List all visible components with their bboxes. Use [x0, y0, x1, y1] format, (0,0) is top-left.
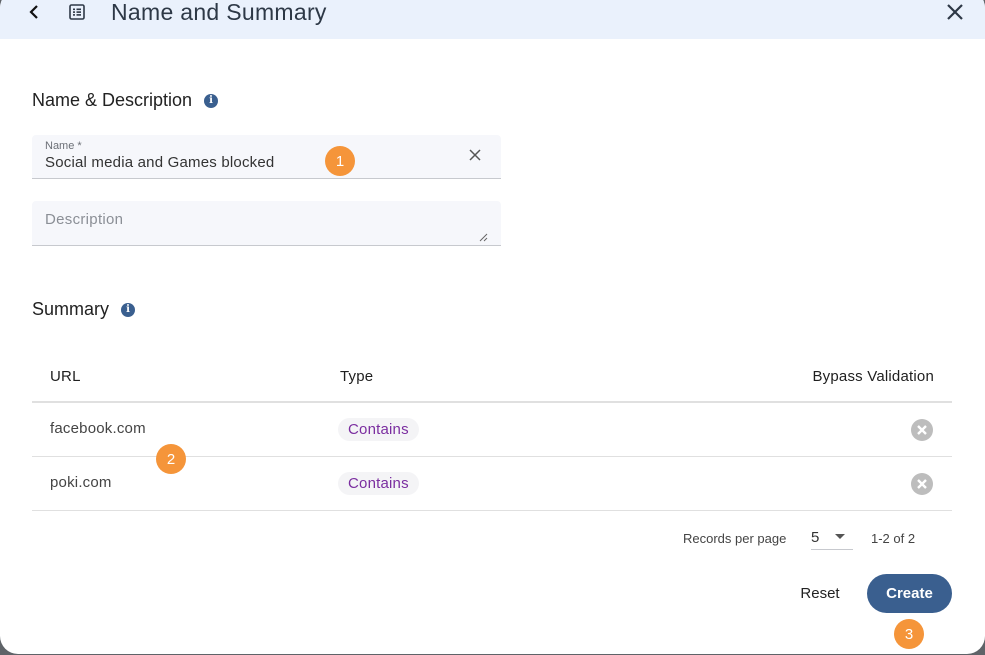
info-icon[interactable]: i [204, 93, 219, 108]
name-field-label: Name * [45, 140, 82, 152]
close-icon [947, 4, 963, 20]
name-input[interactable] [45, 154, 445, 171]
info-icon[interactable]: i [121, 302, 136, 317]
records-per-page-label: Records per page [683, 531, 787, 546]
summary-table: URL Type Bypass Validation facebook.com … [32, 350, 952, 511]
table-header: URL Type Bypass Validation [32, 350, 952, 403]
column-header-url[interactable]: URL [50, 368, 81, 385]
step-badge: 2 [156, 444, 186, 474]
summary-heading: Summary i [32, 299, 136, 320]
name-field[interactable]: Name * [32, 135, 501, 179]
step-badge: 3 [894, 619, 924, 649]
records-per-page-select[interactable]: 5 [811, 520, 853, 550]
clear-icon[interactable] [467, 147, 483, 163]
cancel-circle-icon [911, 473, 933, 495]
url-cell: facebook.com [50, 420, 146, 437]
column-header-bypass-validation[interactable]: Bypass Validation [812, 368, 934, 385]
back-button[interactable] [24, 2, 44, 22]
description-field[interactable] [32, 201, 501, 246]
chevron-left-icon [29, 5, 38, 19]
list-alt-icon [67, 2, 87, 22]
description-input[interactable] [45, 211, 485, 241]
resize-handle-icon[interactable] [479, 233, 488, 242]
reset-button[interactable]: Reset [790, 574, 850, 612]
records-per-page-value: 5 [811, 529, 820, 546]
name-and-summary-dialog: Name and Summary Name & Description i Na… [0, 0, 985, 654]
dialog-title: Name and Summary [111, 0, 327, 25]
pagination-range: 1-2 of 2 [871, 531, 916, 546]
dialog-header: Name and Summary [0, 0, 985, 39]
summary-title: Summary [32, 299, 110, 319]
column-header-type[interactable]: Type [340, 368, 373, 385]
name-description-heading: Name & Description i [32, 90, 219, 111]
close-button[interactable] [943, 0, 967, 24]
pagination: Records per page 5 1-2 of 2 [0, 520, 985, 560]
name-description-title: Name & Description [32, 90, 193, 110]
step-badge: 1 [325, 146, 355, 176]
url-cell: poki.com [50, 474, 112, 491]
create-button[interactable]: Create [867, 574, 952, 613]
cancel-circle-icon [911, 419, 933, 441]
type-chip: Contains [338, 418, 419, 441]
caret-down-icon [835, 534, 845, 539]
type-chip: Contains [338, 472, 419, 495]
